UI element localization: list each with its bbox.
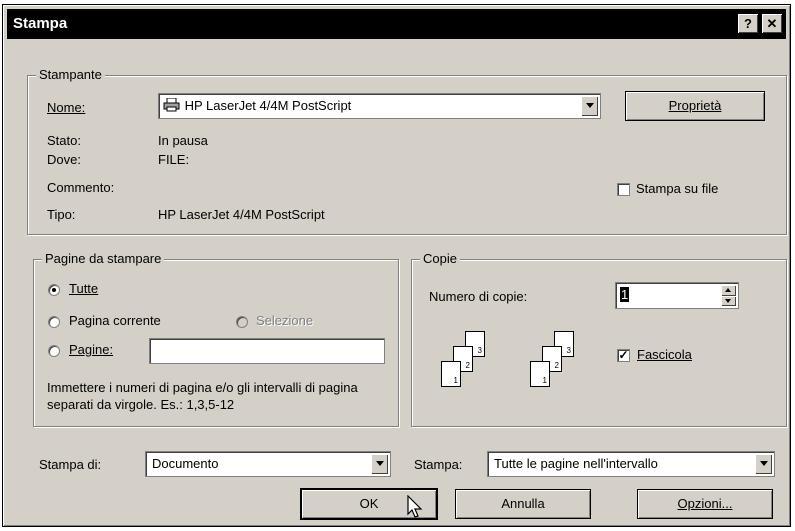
comment-label: Commento: bbox=[47, 180, 115, 195]
radio-all[interactable] bbox=[48, 284, 60, 296]
dialog-title: Stampa bbox=[13, 15, 68, 32]
mouse-cursor-icon bbox=[407, 495, 423, 518]
radio-all-label[interactable]: Tutte bbox=[69, 281, 98, 297]
type-value: HP LaserJet 4/4M PostScript bbox=[158, 207, 325, 222]
collate-label[interactable]: Fascicola bbox=[637, 347, 692, 363]
copies-group-label: Copie bbox=[420, 251, 460, 267]
cancel-button[interactable]: Annulla bbox=[455, 489, 591, 519]
radio-pages-label[interactable]: Pagine: bbox=[69, 342, 113, 358]
page-number: 1 bbox=[453, 376, 458, 385]
page-number: 2 bbox=[554, 361, 559, 370]
page-number: 2 bbox=[465, 361, 470, 370]
chevron-down-icon[interactable] bbox=[581, 96, 598, 116]
radio-pages-text: Pagine: bbox=[69, 342, 114, 357]
print-what-label: Stampa di: bbox=[39, 457, 102, 472]
status-value: In pausa bbox=[158, 133, 208, 148]
page-icon: 1 bbox=[530, 361, 550, 387]
page-icon: 1 bbox=[441, 361, 461, 387]
copies-number-label: Numero di copie: bbox=[429, 289, 528, 304]
pages-input[interactable] bbox=[149, 338, 385, 364]
page-number: 3 bbox=[477, 346, 482, 355]
pages-hint: Immettere i numeri di pagina e/o gli int… bbox=[47, 380, 358, 412]
options-button[interactable]: Opzioni... bbox=[637, 489, 773, 519]
printer-name-combo[interactable]: HP LaserJet 4/4M PostScript bbox=[158, 93, 601, 119]
radio-current-page[interactable] bbox=[48, 316, 60, 328]
options-button-label: Opzioni... bbox=[677, 496, 733, 511]
print-to-file-label[interactable]: Stampa su file bbox=[636, 181, 718, 197]
print-what-combo[interactable]: Documento bbox=[145, 451, 391, 477]
page-number: 3 bbox=[566, 346, 571, 355]
print-dialog: Stampa ? ✕ Stampante Nome: HP LaserJet 4… bbox=[2, 4, 791, 527]
spin-up-icon[interactable] bbox=[721, 285, 736, 296]
spin-down-icon[interactable] bbox=[721, 295, 736, 306]
printer-icon-wrap: HP LaserJet 4/4M PostScript bbox=[163, 97, 352, 113]
radio-selection-label: Selezione bbox=[256, 313, 314, 328]
radio-pages[interactable] bbox=[48, 345, 60, 357]
copies-number-value: 1 bbox=[620, 287, 630, 302]
close-button[interactable]: ✕ bbox=[762, 14, 782, 33]
printer-group-label: Stampante bbox=[36, 67, 105, 83]
pages-group-label: Pagine da stampare bbox=[42, 251, 165, 267]
type-label: Tipo: bbox=[47, 207, 76, 222]
chevron-down-icon[interactable] bbox=[371, 454, 388, 474]
print-range-combo[interactable]: Tutte le pagine nell'intervallo bbox=[487, 451, 775, 477]
printer-icon bbox=[163, 97, 180, 112]
where-value: FILE: bbox=[158, 152, 190, 167]
page-number: 1 bbox=[542, 376, 547, 385]
collate-checkbox[interactable]: ✓ bbox=[617, 349, 630, 362]
properties-button[interactable]: Proprietà bbox=[625, 91, 765, 121]
print-what-value: Documento bbox=[152, 456, 219, 471]
printer-name-label: Nome: bbox=[47, 100, 85, 116]
properties-button-label: Proprietà bbox=[668, 98, 722, 113]
where-label: Dove: bbox=[47, 152, 81, 167]
print-range-value: Tutte le pagine nell'intervallo bbox=[494, 456, 658, 471]
copies-spin-buttons[interactable] bbox=[721, 285, 736, 306]
radio-current-page-label[interactable]: Pagina corrente bbox=[69, 313, 161, 329]
print-range-label: Stampa: bbox=[414, 457, 463, 472]
printer-name-value: HP LaserJet 4/4M PostScript bbox=[184, 98, 352, 113]
chevron-down-icon[interactable] bbox=[755, 454, 772, 474]
title-bar: Stampa ? ✕ bbox=[7, 9, 786, 39]
radio-selection bbox=[236, 316, 248, 328]
status-label: Stato: bbox=[47, 133, 81, 148]
collate-label-text: Fascicola bbox=[637, 347, 692, 362]
help-button[interactable]: ? bbox=[738, 14, 758, 33]
copies-number-spinner[interactable]: 1 bbox=[615, 282, 739, 309]
printer-name-label-text: Nome: bbox=[47, 100, 86, 115]
print-to-file-checkbox[interactable] bbox=[617, 183, 630, 196]
radio-all-text: Tutte bbox=[69, 281, 99, 296]
